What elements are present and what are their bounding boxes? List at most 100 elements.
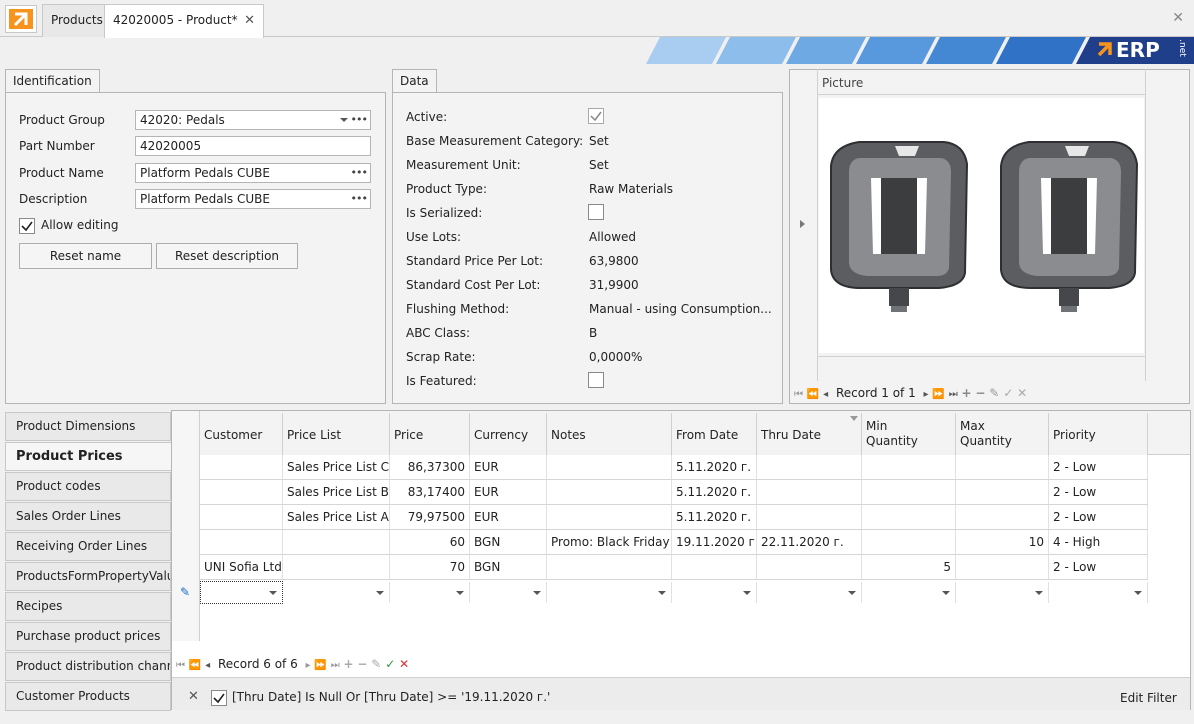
column-header[interactable]: Max Quantity [956, 413, 1049, 455]
next-page-icon[interactable]: ⏩ [314, 660, 326, 671]
prev-record-icon[interactable]: ◂ [823, 389, 828, 400]
table-cell[interactable] [283, 555, 390, 579]
last-record-icon[interactable]: ⏭ [949, 389, 958, 400]
new-row-dropdown[interactable] [547, 582, 672, 603]
table-cell[interactable] [862, 505, 956, 529]
nav-tab-sales-order-lines[interactable]: Sales Order Lines [5, 502, 171, 531]
table-cell[interactable] [200, 455, 283, 479]
table-cell[interactable] [862, 480, 956, 504]
table-row[interactable]: Sales Price List B 83,17400 EUR 5.11.2020 г… [200, 480, 1148, 505]
filter-text[interactable]: [Thru Date] Is Null Or [Thru Date] >= '1… [232, 690, 550, 704]
nav-tab-productsformpropertyvalu[interactable]: ProductsFormPropertyValu [5, 562, 171, 591]
table-cell[interactable] [757, 555, 862, 579]
filter-icon[interactable] [850, 416, 858, 421]
column-header[interactable]: From Date [672, 413, 757, 455]
part-number-field[interactable]: 42020005 [135, 136, 371, 156]
new-row-dropdown[interactable] [390, 582, 470, 603]
chevron-down-icon[interactable] [848, 591, 856, 595]
product-picture[interactable] [819, 98, 1144, 353]
confirm-icon[interactable]: ✓ [385, 657, 395, 671]
table-cell[interactable] [283, 530, 390, 554]
chevron-down-icon[interactable] [376, 591, 384, 595]
close-tab-icon[interactable]: ✕ [244, 5, 255, 36]
table-cell[interactable]: 83,17400 [390, 480, 470, 504]
table-cell[interactable]: 5.11.2020 г. [672, 480, 757, 504]
column-header[interactable]: Customer [200, 413, 283, 455]
confirm-icon[interactable]: ✓ [1003, 386, 1013, 400]
new-row-dropdown[interactable] [283, 582, 390, 603]
column-header[interactable]: Min Quantity [862, 413, 956, 455]
table-cell[interactable]: EUR [470, 455, 547, 479]
is-serialized-checkbox[interactable] [588, 204, 604, 220]
table-cell[interactable] [200, 530, 283, 554]
table-cell[interactable]: 5.11.2020 г. [672, 455, 757, 479]
nav-tab-product-dimensions[interactable]: Product Dimensions [5, 412, 171, 441]
column-header[interactable]: Notes [547, 413, 672, 455]
table-cell[interactable] [672, 555, 757, 579]
last-record-icon[interactable]: ⏭ [331, 660, 340, 671]
table-cell[interactable]: BGN [470, 555, 547, 579]
chevron-down-icon[interactable] [942, 591, 950, 595]
tab-products[interactable]: Products [42, 4, 112, 37]
table-cell[interactable] [862, 530, 956, 554]
table-row[interactable]: 60 BGN Promo: Black Friday 19.11.2020 г. 22.… [200, 530, 1148, 555]
table-cell[interactable]: 2 - Low [1049, 505, 1148, 529]
table-cell[interactable] [862, 455, 956, 479]
next-record-icon[interactable]: ▸ [306, 660, 311, 671]
table-cell[interactable]: 10 [956, 530, 1049, 554]
table-cell[interactable]: 79,97500 [390, 505, 470, 529]
ellipsis-icon[interactable]: ••• [351, 190, 368, 208]
product-group-field[interactable]: 42020: Pedals ••• [135, 110, 371, 130]
table-cell[interactable]: Promo: Black Friday [547, 530, 672, 554]
column-header[interactable]: Priority [1049, 413, 1148, 455]
chevron-down-icon[interactable] [340, 118, 348, 122]
table-cell[interactable]: EUR [470, 480, 547, 504]
table-cell[interactable]: Sales Price List A [283, 505, 390, 529]
identification-tab[interactable]: Identification [5, 69, 100, 93]
add-icon[interactable]: + [962, 386, 972, 400]
ellipsis-icon[interactable]: ••• [351, 164, 368, 182]
chevron-down-icon[interactable] [1134, 591, 1142, 595]
table-cell[interactable]: 2 - Low [1049, 555, 1148, 579]
reset-description-button[interactable]: Reset description [156, 243, 298, 269]
table-cell[interactable]: Sales Price List C [283, 455, 390, 479]
chevron-down-icon[interactable] [1035, 591, 1043, 595]
chevron-down-icon[interactable] [456, 591, 464, 595]
table-cell[interactable] [757, 455, 862, 479]
chevron-down-icon[interactable] [533, 591, 541, 595]
prev-page-icon[interactable]: ⏪ [807, 389, 819, 400]
column-header[interactable]: Price List [283, 413, 390, 455]
edit-icon[interactable]: ✎ [989, 386, 999, 400]
table-cell[interactable] [757, 505, 862, 529]
close-window-icon[interactable]: ✕ [1172, 10, 1184, 26]
nav-tab-customer-products[interactable]: Customer Products [5, 682, 171, 711]
table-cell[interactable]: 5.11.2020 г. [672, 505, 757, 529]
new-row-dropdown[interactable] [672, 582, 757, 603]
table-cell[interactable] [547, 455, 672, 479]
new-row-dropdown[interactable] [862, 582, 956, 603]
cancel-icon[interactable]: ✕ [1017, 386, 1027, 400]
table-cell[interactable]: BGN [470, 530, 547, 554]
data-tab[interactable]: Data [392, 69, 437, 93]
allow-editing-checkbox[interactable] [19, 218, 35, 234]
filter-enabled-checkbox[interactable] [211, 690, 227, 706]
nav-tab-product-distribution-channe[interactable]: Product distribution channe [5, 652, 171, 681]
nav-tab-purchase-product-prices[interactable]: Purchase product prices [5, 622, 171, 651]
column-header[interactable]: Currency [470, 413, 547, 455]
edit-filter-link[interactable]: Edit Filter [1120, 691, 1177, 705]
table-cell[interactable]: UNI Sofia Ltd [200, 555, 283, 579]
tab-product-detail[interactable]: 42020005 - Product* ✕ [104, 4, 264, 38]
table-cell[interactable]: Sales Price List B [283, 480, 390, 504]
active-checkbox[interactable] [588, 108, 604, 124]
first-record-icon[interactable]: ⏮ [176, 660, 185, 671]
remove-icon[interactable]: − [357, 657, 367, 671]
table-cell[interactable] [956, 505, 1049, 529]
product-name-field[interactable]: Platform Pedals CUBE ••• [135, 163, 371, 183]
prev-record-icon[interactable]: ◂ [205, 660, 210, 671]
edit-icon[interactable]: ✎ [371, 657, 381, 671]
clear-filter-icon[interactable]: ✕ [188, 689, 199, 704]
chevron-down-icon[interactable] [743, 591, 751, 595]
ellipsis-icon[interactable]: ••• [351, 111, 368, 129]
table-row[interactable]: Sales Price List C 86,37300 EUR 5.11.2020 г… [200, 455, 1148, 480]
add-icon[interactable]: + [344, 657, 354, 671]
